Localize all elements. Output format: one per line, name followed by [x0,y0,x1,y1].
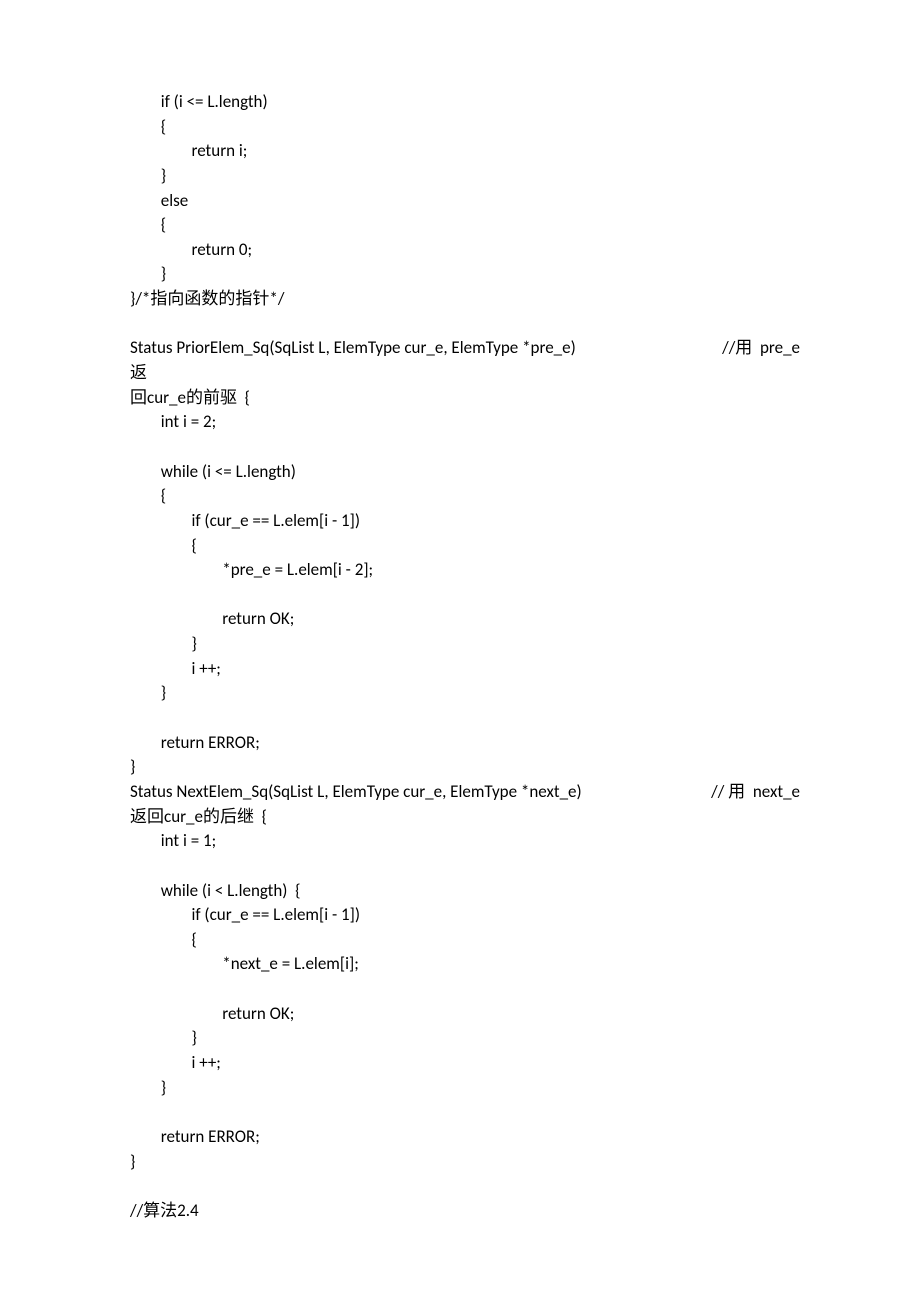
sig-left: Status PriorElem_Sq(SqList L, ElemType c… [130,336,722,361]
sig1-tail: 返 [130,361,800,386]
function-sig-prior: Status PriorElem_Sq(SqList L, ElemType c… [130,336,800,361]
sig-comment: //用 pre_e [722,336,800,361]
sig-comment: // 用 next_e [711,780,800,805]
document-page: if (i <= L.length) { return i; } else { … [0,0,920,1303]
sig-left: Status NextElem_Sq(SqList L, ElemType cu… [130,780,711,805]
code-block-3: 返回cur_e的后继 { int i = 1; while (i < L.len… [130,805,800,1224]
code-block-2: 回cur_e的前驱 { int i = 2; while (i <= L.len… [130,386,800,780]
code-block-1: if (i <= L.length) { return i; } else { … [130,90,800,312]
function-sig-next: Status NextElem_Sq(SqList L, ElemType cu… [130,780,800,805]
blank-line-1 [130,312,800,337]
